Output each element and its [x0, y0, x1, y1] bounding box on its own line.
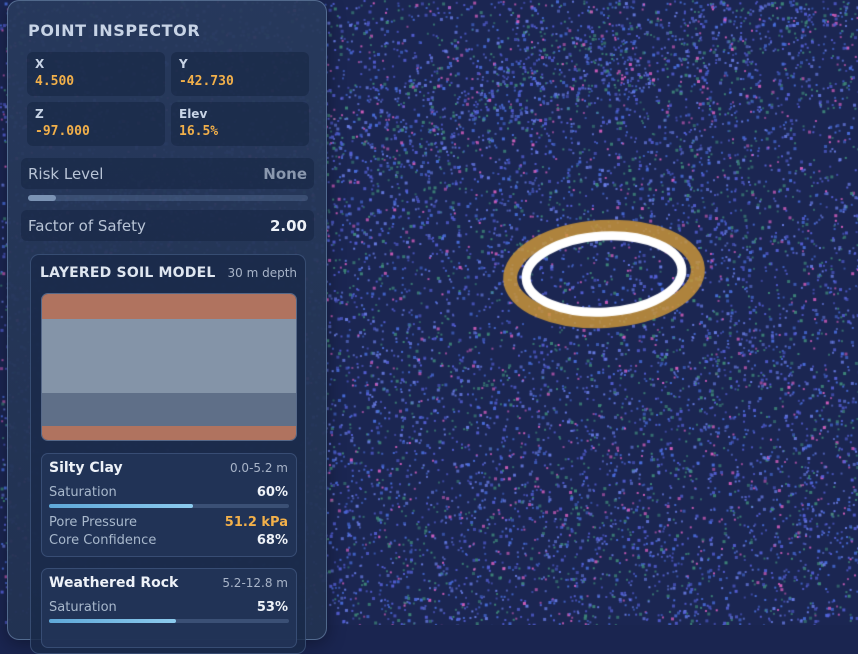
soil-column [41, 293, 297, 441]
coord-y-label: Y [179, 57, 188, 71]
layer-card-silty-clay[interactable]: Silty Clay 0.0-5.2 m Saturation 60% Pore… [41, 453, 297, 557]
risk-level-fill [28, 195, 56, 201]
coord-x-label: X [35, 57, 45, 71]
core-confidence-label: Core Confidence [49, 533, 157, 548]
factor-of-safety-value: 2.00 [269, 217, 307, 235]
saturation-label: Saturation [49, 600, 117, 615]
coord-elev-value: 16.5% [179, 124, 219, 139]
risk-level-row: Risk Level None [21, 158, 314, 189]
pore-pressure-value: 51.2 kPa [224, 515, 288, 530]
coord-y-value: -42.730 [179, 74, 234, 89]
risk-level-label: Risk Level [28, 165, 104, 183]
point-inspector-panel: POINT INSPECTOR X 4.500 Y -42.730 Z -97.… [7, 0, 327, 654]
soil-model-depth: 30 m depth [227, 266, 297, 280]
core-confidence-value: 68% [256, 533, 288, 548]
panel-title: POINT INSPECTOR [28, 21, 201, 40]
pore-pressure-label: Pore Pressure [49, 515, 138, 530]
soil-layer-band [42, 294, 296, 320]
soil-layer-band [42, 393, 296, 427]
coord-z: Z -97.000 [27, 102, 165, 146]
risk-level-value: None [263, 165, 307, 183]
saturation-bar [49, 619, 289, 623]
soil-layer-band [42, 426, 296, 440]
factor-of-safety-label: Factor of Safety [28, 217, 146, 235]
factor-of-safety-row: Factor of Safety 2.00 [21, 210, 314, 241]
coord-y: Y -42.730 [171, 52, 309, 96]
saturation-fill [49, 504, 193, 508]
saturation-value: 60% [256, 485, 288, 500]
coord-x-value: 4.500 [35, 74, 75, 89]
coord-elev-label: Elev [179, 107, 208, 121]
layer-range: 5.2-12.8 m [222, 576, 288, 590]
coord-z-value: -97.000 [35, 124, 90, 139]
saturation-label: Saturation [49, 485, 117, 500]
soil-layer-band [42, 319, 296, 394]
layer-range: 0.0-5.2 m [229, 461, 288, 475]
layer-name: Silty Clay [49, 460, 123, 476]
soil-model-title: LAYERED SOIL MODEL [40, 265, 216, 281]
layered-soil-model: LAYERED SOIL MODEL 30 m depth Silty Clay… [30, 254, 306, 654]
coord-x: X 4.500 [27, 52, 165, 96]
layer-name: Weathered Rock [49, 575, 179, 591]
coord-z-label: Z [35, 107, 44, 121]
risk-level-bar [28, 195, 308, 201]
saturation-bar [49, 504, 289, 508]
saturation-value: 53% [256, 600, 288, 615]
saturation-fill [49, 619, 177, 623]
coord-elev: Elev 16.5% [171, 102, 309, 146]
layer-card-weathered-rock[interactable]: Weathered Rock 5.2-12.8 m Saturation 53% [41, 568, 297, 648]
